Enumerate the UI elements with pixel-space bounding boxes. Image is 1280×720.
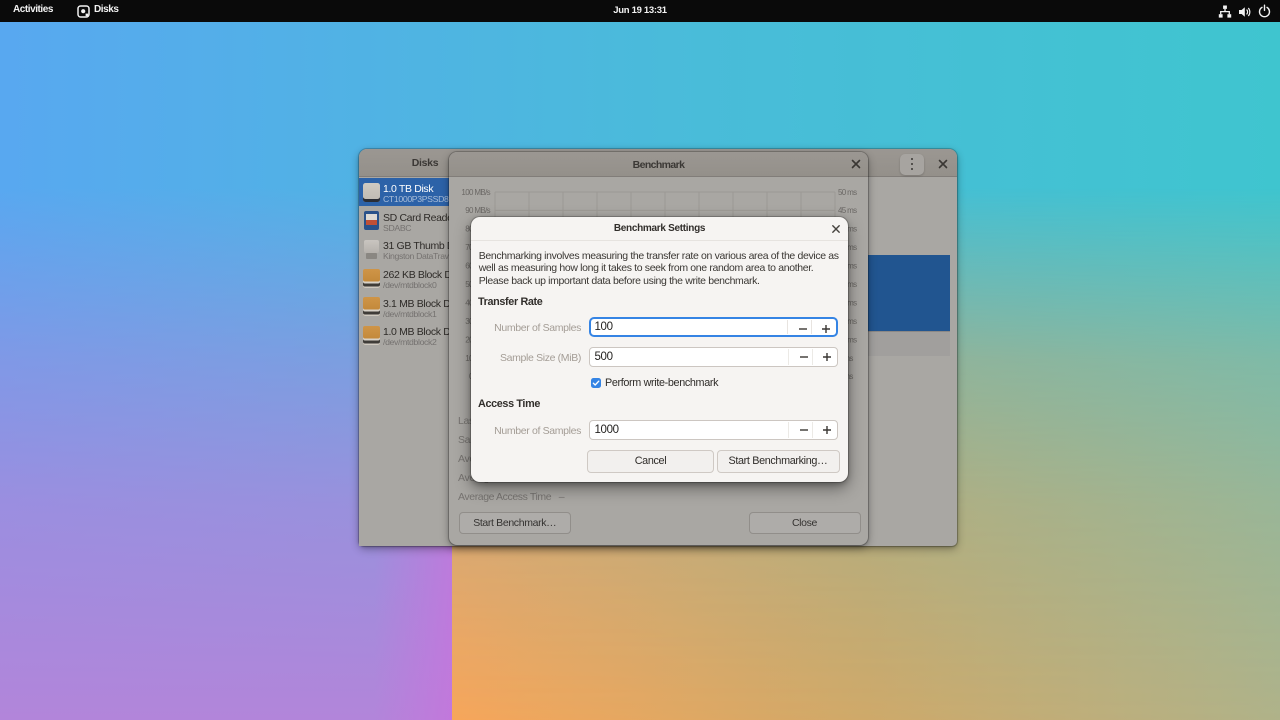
svg-text:45 ms: 45 ms (838, 206, 857, 215)
svg-text:50 ms: 50 ms (838, 188, 857, 197)
svg-text:90 MB/s: 90 MB/s (465, 206, 490, 215)
svg-text:100 MB/s: 100 MB/s (461, 188, 490, 197)
